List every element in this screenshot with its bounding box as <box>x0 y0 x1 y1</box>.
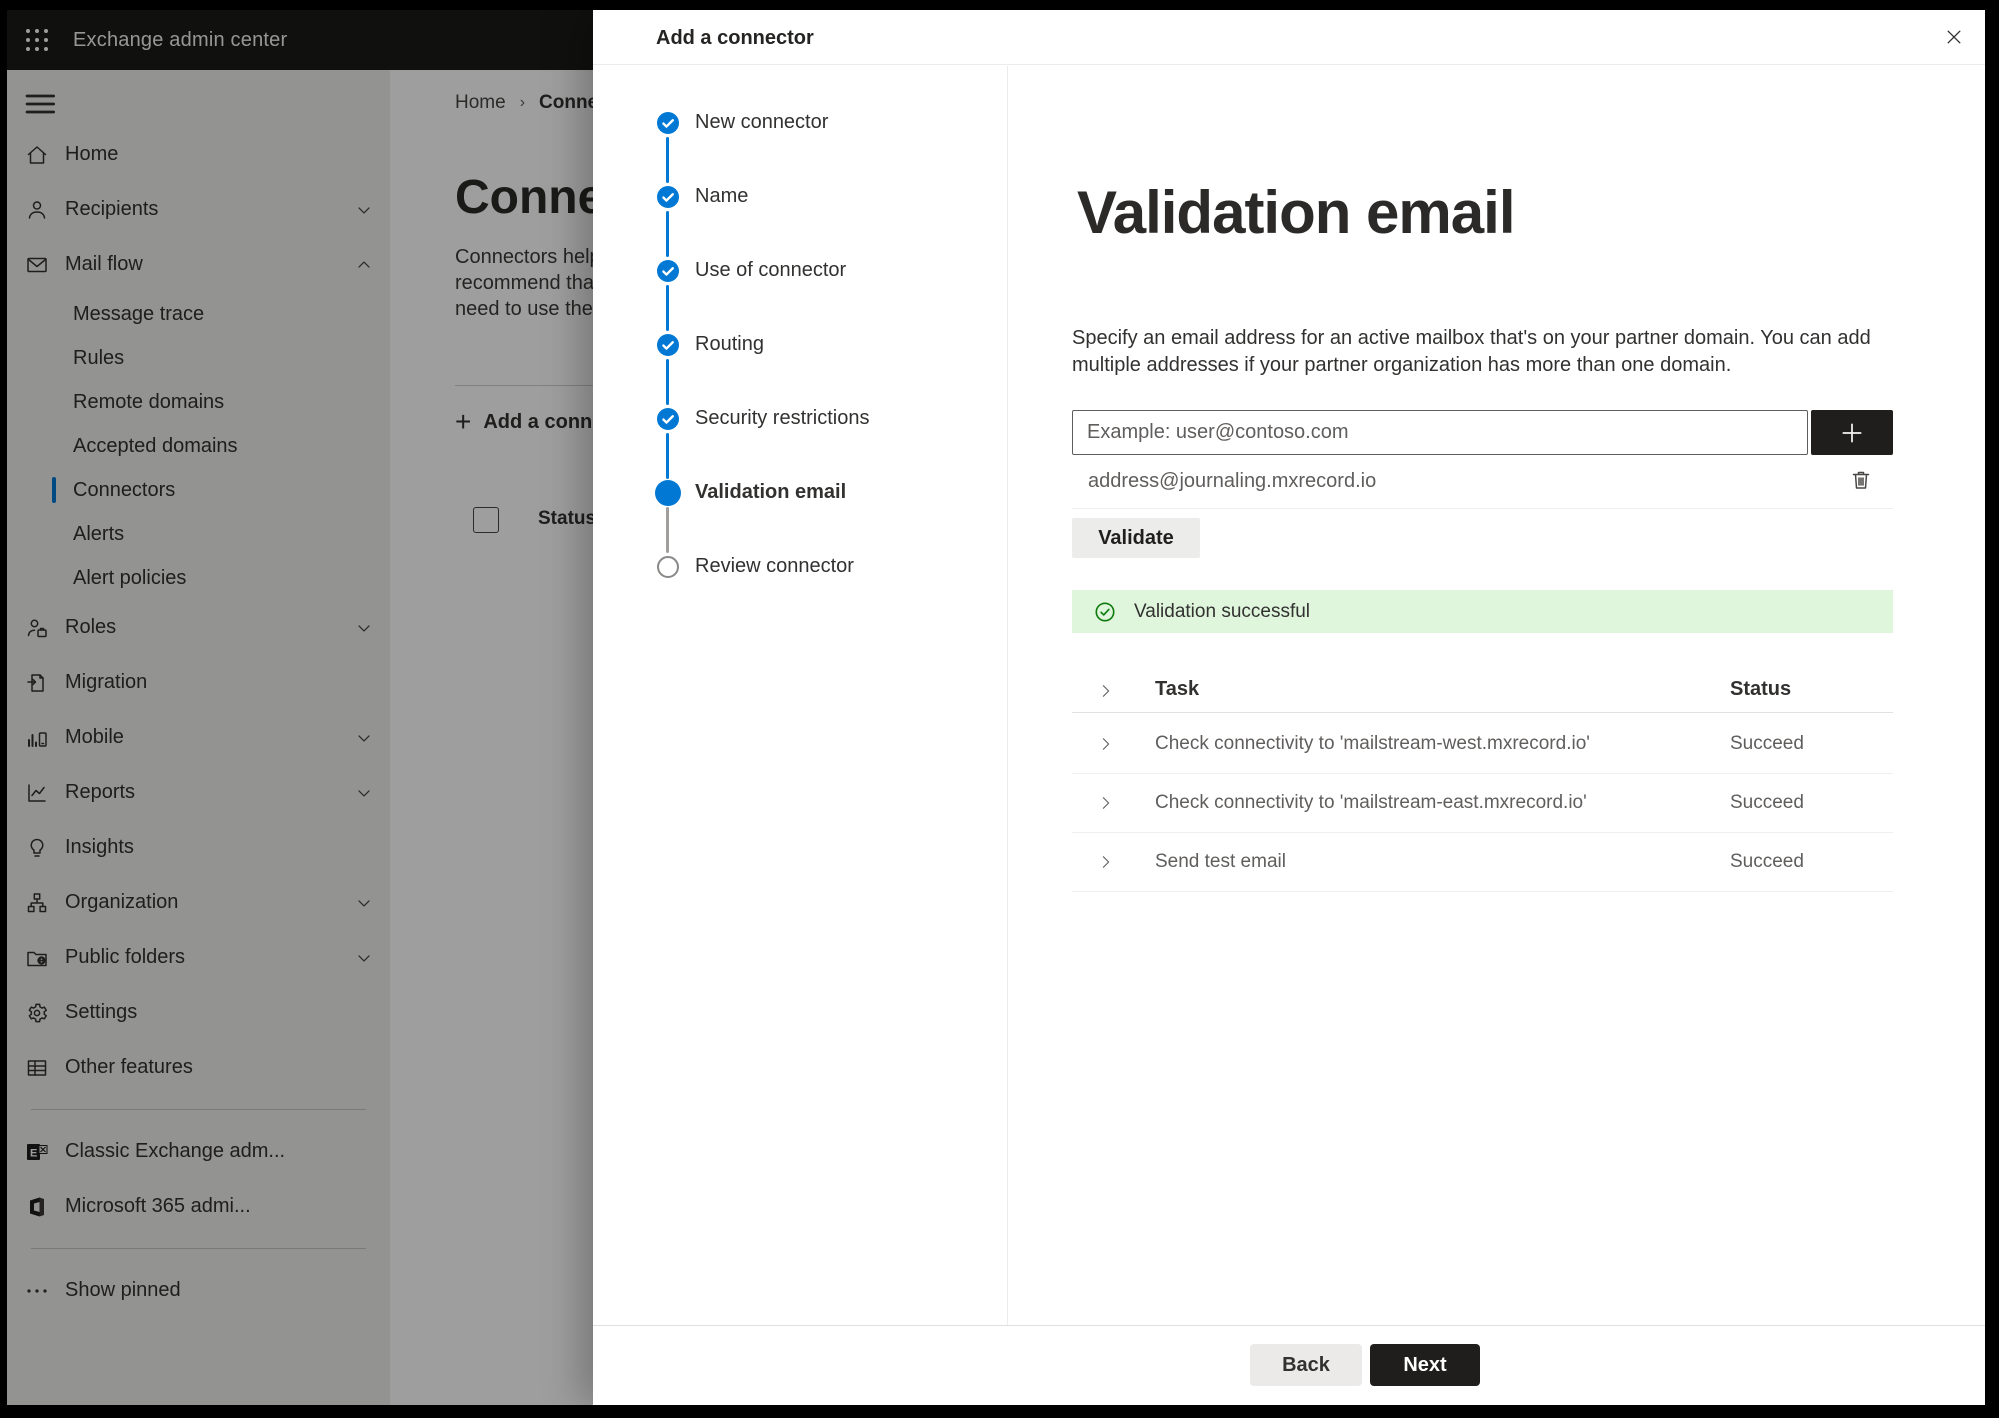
step-connector-line <box>666 359 669 405</box>
step-label: Validation email <box>695 481 847 503</box>
footer-divider <box>593 1325 1985 1326</box>
expand-row-chevron-icon[interactable] <box>1097 853 1115 871</box>
step-label: Use of connector <box>695 259 847 281</box>
step-check-icon <box>657 112 679 134</box>
validate-button[interactable]: Validate <box>1072 518 1200 558</box>
expand-all-chevron-icon[interactable] <box>1097 682 1115 700</box>
step-connector-line <box>666 285 669 331</box>
step-check-icon <box>657 408 679 430</box>
step-connector-line <box>666 137 669 183</box>
expand-row-chevron-icon[interactable] <box>1097 735 1115 753</box>
expand-row-chevron-icon[interactable] <box>1097 794 1115 812</box>
wizard-steps: New connector Name Use of connector Routing… <box>593 10 1007 710</box>
step-connector-line <box>666 433 669 479</box>
step-label: New connector <box>695 111 829 133</box>
step-label: Routing <box>695 333 764 355</box>
address-value: address@journaling.mxrecord.io <box>1088 470 1377 492</box>
table-row-divider <box>1072 773 1893 774</box>
add-connector-panel: Add a connector New connector Name Use of … <box>593 10 1985 1405</box>
validation-success-banner: Validation successful <box>1072 590 1893 633</box>
step-connector-line <box>666 211 669 257</box>
table-row-divider <box>1072 832 1893 833</box>
status-column-header: Status <box>1730 678 1792 700</box>
add-address-button[interactable] <box>1811 410 1893 455</box>
delete-address-icon[interactable] <box>1847 467 1875 495</box>
task-column-header: Task <box>1155 678 1200 700</box>
step-current-dot <box>655 480 681 506</box>
task-cell: Send test email <box>1155 851 1286 872</box>
address-row: address@journaling.mxrecord.io <box>1088 470 1893 498</box>
step-label: Name <box>695 185 749 207</box>
table-header-divider <box>1072 712 1893 713</box>
close-icon[interactable] <box>1936 19 1972 55</box>
address-divider <box>1072 508 1893 509</box>
exchange-admin-app: Exchange admin center Home Recipients Mail… <box>7 10 1985 1405</box>
success-check-icon <box>1094 601 1116 623</box>
task-cell: Check connectivity to 'mailstream-west.m… <box>1155 733 1590 754</box>
table-row-divider <box>1072 891 1893 892</box>
back-button[interactable]: Back <box>1250 1344 1362 1386</box>
status-cell: Succeed <box>1730 792 1804 813</box>
step-empty-circle <box>657 556 679 578</box>
step-check-icon <box>657 334 679 356</box>
step-label: Review connector <box>695 555 854 577</box>
next-button[interactable]: Next <box>1370 1344 1480 1386</box>
step-check-icon <box>657 260 679 282</box>
task-cell: Check connectivity to 'mailstream-east.m… <box>1155 792 1587 813</box>
banner-text: Validation successful <box>1134 600 1311 622</box>
email-address-input[interactable] <box>1072 410 1808 455</box>
status-cell: Succeed <box>1730 733 1804 754</box>
wizard-divider <box>1007 66 1008 1325</box>
page-title: Validation email <box>1077 179 1515 246</box>
step-label: Security restrictions <box>695 407 870 429</box>
step-connector-line <box>666 507 669 553</box>
step-check-icon <box>657 186 679 208</box>
status-cell: Succeed <box>1730 851 1804 872</box>
validation-description: Specify an email address for an active m… <box>1072 327 1871 376</box>
